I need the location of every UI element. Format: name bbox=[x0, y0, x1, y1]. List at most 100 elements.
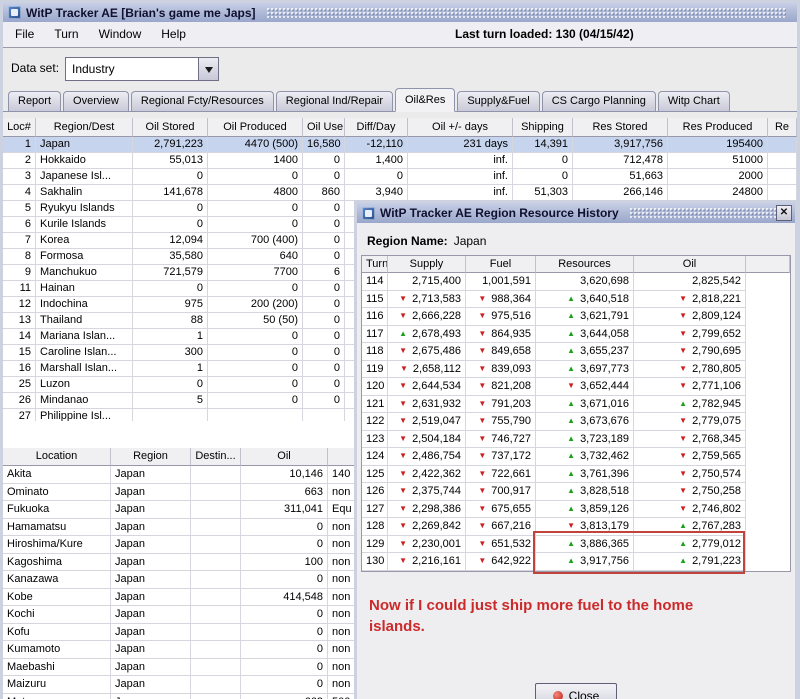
column-header[interactable]: Location bbox=[3, 448, 111, 466]
column-header[interactable]: Oil Use bbox=[303, 118, 345, 137]
history-value: 2,750,574 bbox=[692, 467, 741, 480]
history-value: 3,620,698 bbox=[580, 275, 629, 287]
down-arrow-icon: ▼ bbox=[679, 293, 688, 303]
history-value: 722,661 bbox=[491, 467, 531, 480]
cell: 7 bbox=[3, 233, 36, 249]
cell: ▼ 2,759,565 bbox=[634, 448, 746, 466]
menu-window[interactable]: Window bbox=[89, 22, 152, 47]
table-row[interactable]: 3 Japanese Isl... 0 0 0 0 inf. 0 51,663 2000 bbox=[3, 169, 797, 185]
cell: 1 bbox=[3, 137, 36, 153]
history-row[interactable]: 115 ▼ 2,713,583 ▼ 988,364 ▲ 3,640,518 ▼ 2,818,22… bbox=[362, 290, 790, 308]
table-row[interactable]: 4 Sakhalin 141,678 4800 860 3,940 inf. 51,303 26… bbox=[3, 185, 797, 201]
history-row[interactable]: 122 ▼ 2,519,047 ▼ 755,790 ▲ 3,673,676 ▼ 2,779,07… bbox=[362, 413, 790, 431]
cell: Japan bbox=[111, 536, 191, 554]
column-header[interactable]: Oil Produced bbox=[208, 118, 303, 137]
menu-turn[interactable]: Turn bbox=[44, 22, 88, 47]
column-header[interactable]: Supply bbox=[388, 256, 466, 273]
history-row[interactable]: 128 ▼ 2,269,842 ▼ 667,216 ▼ 3,813,179 ▲ 2,767,28… bbox=[362, 518, 790, 536]
column-header[interactable]: Oil bbox=[241, 448, 328, 466]
tab-regional-fcty-resources[interactable]: Regional Fcty/Resources bbox=[130, 91, 274, 111]
tab-cs-cargo-planning[interactable]: CS Cargo Planning bbox=[541, 91, 656, 111]
down-arrow-icon: ▼ bbox=[399, 363, 408, 373]
history-value: 3,671,016 bbox=[580, 397, 629, 410]
cell: 116 bbox=[362, 308, 388, 326]
cell: 27 bbox=[3, 409, 36, 421]
up-arrow-icon: ▲ bbox=[567, 556, 576, 565]
history-row[interactable]: 124 ▼ 2,486,754 ▼ 737,172 ▲ 3,732,462 ▼ 2,759,56… bbox=[362, 448, 790, 466]
tab-oil-res[interactable]: Oil&Res bbox=[395, 88, 456, 112]
history-row[interactable]: 123 ▼ 2,504,184 ▼ 746,727 ▲ 3,723,189 ▼ 2,768,34… bbox=[362, 430, 790, 448]
tab-supply-fuel[interactable]: Supply&Fuel bbox=[457, 91, 540, 111]
cell: 16,580 bbox=[303, 137, 345, 153]
down-arrow-icon: ▼ bbox=[567, 521, 576, 530]
history-row[interactable]: 129 ▼ 2,230,001 ▼ 651,532 ▲ 3,886,365 ▲ 2,779,01… bbox=[362, 535, 790, 553]
history-row[interactable]: 117 ▲ 2,678,493 ▼ 864,935 ▲ 3,644,058 ▼ 2,799,65… bbox=[362, 325, 790, 343]
history-value: 651,532 bbox=[491, 537, 531, 550]
dialog-titlebar-texture bbox=[629, 208, 784, 218]
history-row[interactable]: 114 2,715,400 1,001,591 3,620,698 2,825,542 bbox=[362, 273, 790, 291]
dialog-titlebar[interactable]: WitP Tracker AE Region Resource History … bbox=[357, 203, 795, 223]
column-header[interactable]: Diff/Day bbox=[345, 118, 408, 137]
down-arrow-icon: ▼ bbox=[478, 416, 487, 425]
column-header[interactable]: Destin... bbox=[191, 448, 241, 466]
history-row[interactable]: 125 ▼ 2,422,362 ▼ 722,661 ▲ 3,761,396 ▼ 2,750,57… bbox=[362, 465, 790, 483]
cell: 0 bbox=[241, 536, 328, 554]
column-header[interactable]: Oil Stored bbox=[133, 118, 208, 137]
column-header[interactable]: Res Produced bbox=[668, 118, 768, 137]
close-button-label: Close bbox=[568, 689, 600, 699]
tab-report[interactable]: Report bbox=[8, 91, 62, 111]
history-row[interactable]: 126 ▼ 2,375,744 ▼ 700,917 ▲ 3,828,518 ▼ 2,750,25… bbox=[362, 483, 790, 501]
close-button[interactable]: Close bbox=[535, 683, 617, 699]
column-header[interactable]: Oil bbox=[634, 256, 746, 273]
column-header[interactable]: Region/Dest bbox=[36, 118, 133, 137]
cell: 115 bbox=[362, 290, 388, 308]
column-header[interactable]: Fuel bbox=[466, 256, 536, 273]
last-turn-label: Last turn loaded: 130 (04/15/42) bbox=[455, 27, 634, 41]
menu-file[interactable]: File bbox=[5, 22, 44, 47]
cell: 0 bbox=[241, 658, 328, 676]
up-arrow-icon: ▲ bbox=[567, 433, 576, 443]
column-header[interactable]: Resources bbox=[536, 256, 634, 273]
column-header[interactable]: Region bbox=[111, 448, 191, 466]
table-row[interactable]: 2 Hokkaido 55,013 1400 0 1,400 inf. 0 712,478 510… bbox=[3, 153, 797, 169]
column-header[interactable]: Res Stored bbox=[573, 118, 668, 137]
menu-help[interactable]: Help bbox=[151, 22, 196, 47]
history-value: 2,759,565 bbox=[692, 450, 741, 462]
down-arrow-icon: ▼ bbox=[399, 451, 408, 460]
history-row[interactable]: 121 ▼ 2,631,932 ▼ 791,203 ▲ 3,671,016 ▲ 2,782,94… bbox=[362, 395, 790, 413]
dataset-combobox[interactable]: Industry bbox=[65, 57, 219, 81]
cell: 114 bbox=[362, 273, 388, 291]
dialog-close-button[interactable]: ✕ bbox=[776, 205, 792, 221]
history-row[interactable]: 116 ▼ 2,666,228 ▼ 975,516 ▲ 3,621,791 ▼ 2,809,12… bbox=[362, 308, 790, 326]
cell: 0 bbox=[208, 377, 303, 393]
history-row[interactable]: 130 ▼ 2,216,161 ▼ 642,922 ▲ 3,917,756 ▲ 2,791,22… bbox=[362, 553, 790, 571]
cell: 125 bbox=[362, 465, 388, 483]
cell: 1,001,591 bbox=[466, 273, 536, 291]
cell: 130 bbox=[362, 553, 388, 571]
column-header[interactable]: Turn bbox=[362, 256, 388, 273]
history-value: 2,782,945 bbox=[692, 397, 741, 410]
history-row[interactable]: 127 ▼ 2,298,386 ▼ 675,655 ▲ 3,859,126 ▼ 2,746,80… bbox=[362, 500, 790, 518]
cell: 13 bbox=[3, 313, 36, 329]
table-row[interactable]: 1 Japan 2,791,223 4470 (500) 16,580 -12,110 23… bbox=[3, 137, 797, 153]
column-header[interactable]: Oil +/- days bbox=[408, 118, 513, 137]
history-row[interactable]: 119 ▼ 2,658,112 ▼ 839,093 ▲ 3,697,773 ▼ 2,780,80… bbox=[362, 360, 790, 378]
combo-arrow-button[interactable] bbox=[198, 58, 218, 80]
tab-witp-chart[interactable]: Witp Chart bbox=[657, 91, 730, 111]
history-value: 2,790,695 bbox=[692, 345, 741, 357]
tab-regional-ind-repair[interactable]: Regional Ind/Repair bbox=[275, 91, 393, 111]
column-header[interactable] bbox=[746, 256, 790, 273]
down-arrow-icon: ▼ bbox=[478, 521, 487, 530]
history-row[interactable]: 118 ▼ 2,675,486 ▼ 849,658 ▲ 3,655,237 ▼ 2,790,69… bbox=[362, 343, 790, 361]
column-header[interactable]: Shipping bbox=[513, 118, 573, 137]
history-row[interactable]: 120 ▼ 2,644,534 ▼ 821,208 ▼ 3,652,444 ▼ 2,771,10… bbox=[362, 378, 790, 396]
window-titlebar[interactable]: WitP Tracker AE [Brian's game me Japs] bbox=[3, 3, 797, 22]
cell: 195400 bbox=[668, 137, 768, 153]
column-header[interactable]: Re bbox=[768, 118, 797, 137]
column-header[interactable]: Loc# bbox=[3, 118, 36, 137]
tab-overview[interactable]: Overview bbox=[63, 91, 129, 111]
cell: 4800 bbox=[208, 185, 303, 201]
history-value: 3,761,396 bbox=[580, 467, 629, 480]
cell: 0 bbox=[133, 201, 208, 217]
cell: 266,146 bbox=[573, 185, 668, 201]
